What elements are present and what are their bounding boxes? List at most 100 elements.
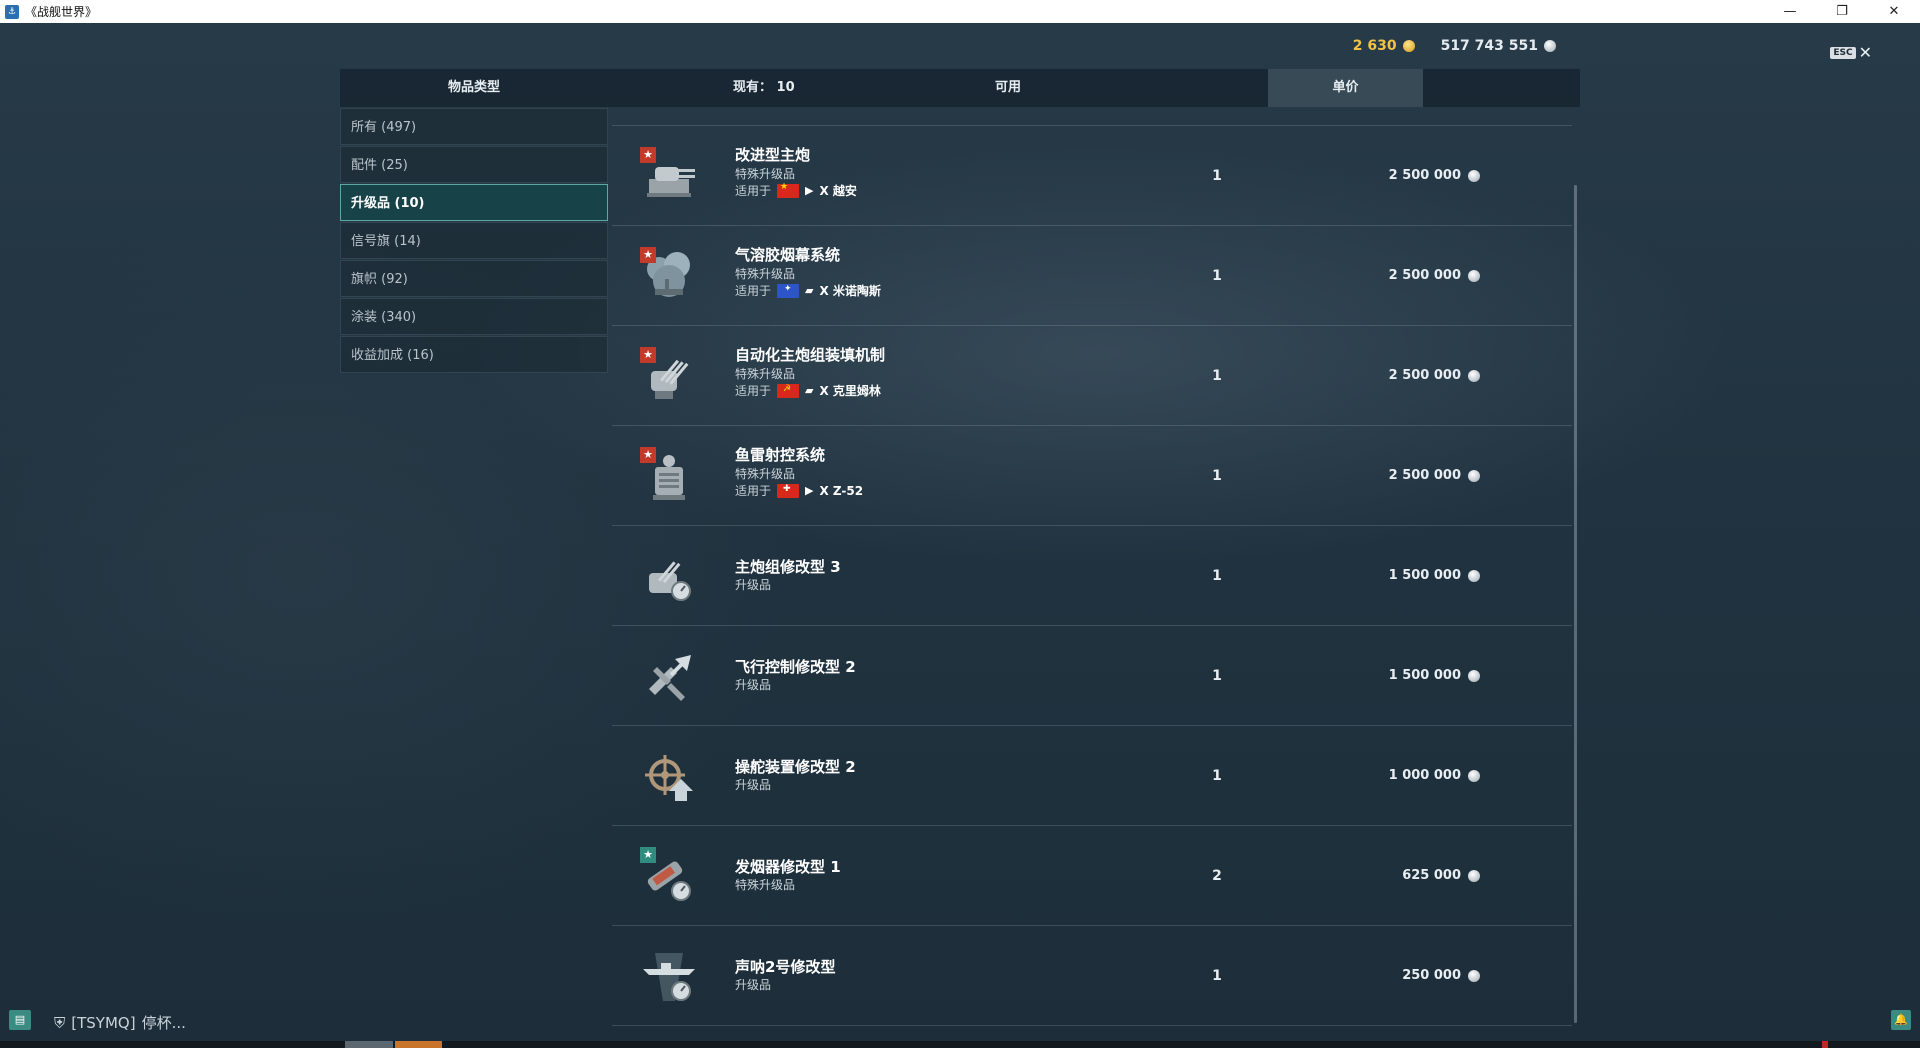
sonar-icon bbox=[640, 948, 698, 1006]
price-value: 2 500 000 bbox=[1388, 168, 1461, 183]
currency-bar: 2 630 517 743 551 bbox=[1353, 38, 1556, 54]
silver-coin-icon bbox=[1468, 669, 1480, 682]
taskbar-item[interactable] bbox=[395, 1041, 442, 1048]
minimize-button[interactable]: — bbox=[1764, 0, 1816, 23]
silver-coin-icon bbox=[1468, 769, 1480, 782]
restore-button[interactable]: ❐ bbox=[1816, 0, 1868, 23]
item-applies: 适用于 ▰ X 米诺陶斯 bbox=[735, 282, 881, 299]
category-camouflages[interactable]: 涂装 (340) bbox=[340, 298, 608, 335]
destroyer-icon: ▶ bbox=[805, 184, 814, 197]
item-available: 1 bbox=[1212, 268, 1222, 284]
destroyer-icon: ▶ bbox=[805, 484, 814, 497]
main-battery-mod-icon bbox=[640, 548, 698, 606]
battleship-icon: ▰ bbox=[805, 384, 814, 397]
restore-icon: ❐ bbox=[1836, 4, 1848, 19]
category-boosters[interactable]: 收益加成 (16) bbox=[340, 336, 608, 373]
item-name: 气溶胶烟幕系统 bbox=[735, 246, 841, 264]
item-price: 1 000 000 bbox=[1292, 768, 1480, 783]
list-item[interactable]: 飞行控制修改型 2 升级品 1 1 500 000 bbox=[612, 626, 1572, 726]
china-flag-icon bbox=[777, 182, 800, 198]
item-name: 发烟器修改型 1 bbox=[735, 858, 841, 876]
item-available: 1 bbox=[1212, 468, 1222, 484]
list-item[interactable]: 主炮组修改型 3 升级品 1 1 500 000 bbox=[612, 526, 1572, 626]
pan-america-flag-icon bbox=[777, 283, 800, 298]
list-item[interactable]: ★ 自动化主炮组装填机制 特殊升级品 适用于 ▰ X 克里姆林 1 2 500 … bbox=[612, 326, 1572, 426]
item-available: 1 bbox=[1212, 768, 1222, 784]
list-item[interactable]: ★ 气溶胶烟幕系统 特殊升级品 适用于 ▰ X 米诺陶斯 1 2 500 000 bbox=[612, 226, 1572, 326]
ship-name: X Z-52 bbox=[819, 483, 864, 498]
item-price: 625 000 bbox=[1292, 868, 1480, 883]
silver-coin-icon bbox=[1544, 40, 1556, 52]
silver-coin-icon bbox=[1468, 369, 1480, 382]
germany-flag-icon bbox=[777, 483, 800, 498]
category-upgrades[interactable]: 升级品 (10) bbox=[340, 184, 608, 221]
item-price: 1 500 000 bbox=[1292, 568, 1480, 583]
category-consumables[interactable]: 配件 (25) bbox=[340, 146, 608, 183]
close-icon: ✕ bbox=[1888, 4, 1900, 19]
item-available: 2 bbox=[1212, 868, 1222, 884]
item-price: 1 500 000 bbox=[1292, 668, 1480, 683]
clan-tag: [TSYMQ] bbox=[71, 1013, 136, 1032]
chat-button[interactable]: ▤ bbox=[9, 1010, 31, 1030]
close-window-button[interactable]: ✕ bbox=[1868, 0, 1920, 23]
silver-coin-icon bbox=[1468, 969, 1480, 982]
count-label: 现有： bbox=[733, 80, 773, 95]
price-value: 2 500 000 bbox=[1388, 268, 1461, 283]
item-name: 操舵装置修改型 2 bbox=[735, 758, 856, 776]
taskbar-item[interactable] bbox=[345, 1041, 393, 1048]
category-flags[interactable]: 旗帜 (92) bbox=[340, 260, 608, 297]
esc-key-icon: ESC bbox=[1830, 46, 1856, 59]
item-name: 飞行控制修改型 2 bbox=[735, 658, 856, 676]
gold-amount: 2 630 bbox=[1352, 38, 1397, 54]
clan-text: 停杯... bbox=[141, 1014, 186, 1032]
esc-close-button[interactable]: ESC ✕ bbox=[1830, 43, 1872, 62]
item-applies: 适用于 ▰ X 克里姆林 bbox=[735, 382, 881, 399]
item-available: 1 bbox=[1212, 668, 1222, 684]
gold-balance: 2 630 bbox=[1353, 38, 1415, 54]
list-item[interactable]: 操舵装置修改型 2 升级品 1 1 000 000 bbox=[612, 726, 1572, 826]
chat-icon: ▤ bbox=[14, 1013, 26, 1026]
header-available-sort[interactable]: 可用 bbox=[968, 69, 1048, 107]
notifications-button[interactable]: 🔔 bbox=[1891, 1010, 1911, 1030]
list-item[interactable]: ★ 鱼雷射控系统 特殊升级品 适用于 ▶ X Z-52 1 2 500 000 bbox=[612, 426, 1572, 526]
list-item[interactable]: ★ 发烟器修改型 1 特殊升级品 2 625 000 bbox=[612, 826, 1572, 926]
silver-coin-icon bbox=[1468, 169, 1480, 182]
count-value: 10 bbox=[776, 80, 795, 95]
item-price: 2 500 000 bbox=[1292, 168, 1480, 183]
item-type: 升级品 bbox=[735, 578, 772, 592]
app-icon: ⚓ bbox=[5, 4, 19, 19]
list-item[interactable]: 声呐2号修改型 升级品 1 250 000 bbox=[612, 926, 1572, 1026]
item-list: ★ 改进型主炮 特殊升级品 适用于 ▶ X 越安 1 2 500 000 ★ 气… bbox=[612, 125, 1572, 1026]
item-price: 2 500 000 bbox=[1292, 268, 1480, 283]
item-type: 特殊升级品 bbox=[735, 267, 796, 281]
list-scrollbar[interactable] bbox=[1574, 185, 1577, 1023]
ship-name: X 米诺陶斯 bbox=[819, 284, 881, 298]
special-star-icon: ★ bbox=[640, 147, 656, 163]
silver-coin-icon bbox=[1468, 469, 1480, 482]
item-name: 自动化主炮组装填机制 bbox=[735, 346, 886, 364]
clan-status[interactable]: ⛨ [TSYMQ] 停杯... bbox=[54, 1012, 186, 1033]
inventory-header: 物品类型 现有： 10 可用 单价 bbox=[340, 69, 1580, 107]
applies-label: 适用于 bbox=[735, 384, 772, 398]
special-star-icon: ★ bbox=[640, 447, 656, 463]
item-applies: 适用于 ▶ X 越安 bbox=[735, 182, 857, 199]
applies-label: 适用于 bbox=[735, 184, 772, 198]
applies-label: 适用于 bbox=[735, 284, 772, 298]
item-price: 2 500 000 bbox=[1292, 468, 1480, 483]
steering-gear-icon bbox=[640, 748, 698, 806]
price-value: 1 500 000 bbox=[1388, 568, 1461, 583]
silver-amount: 517 743 551 bbox=[1440, 38, 1538, 54]
taskbar-item[interactable] bbox=[1822, 1041, 1828, 1048]
price-value: 2 500 000 bbox=[1388, 368, 1461, 383]
silver-coin-icon bbox=[1468, 869, 1480, 882]
header-price-sort[interactable]: 单价 bbox=[1268, 69, 1423, 107]
applies-label: 适用于 bbox=[735, 484, 772, 498]
price-value: 250 000 bbox=[1402, 968, 1461, 983]
category-signals[interactable]: 信号旗 (14) bbox=[340, 222, 608, 259]
minimize-icon: — bbox=[1783, 4, 1797, 19]
item-available: 1 bbox=[1212, 568, 1222, 584]
list-item[interactable]: ★ 改进型主炮 特殊升级品 适用于 ▶ X 越安 1 2 500 000 bbox=[612, 126, 1572, 226]
item-available: 1 bbox=[1212, 168, 1222, 184]
category-list: 所有 (497) 配件 (25) 升级品 (10) 信号旗 (14) 旗帜 (9… bbox=[340, 108, 608, 374]
category-all[interactable]: 所有 (497) bbox=[340, 108, 608, 145]
